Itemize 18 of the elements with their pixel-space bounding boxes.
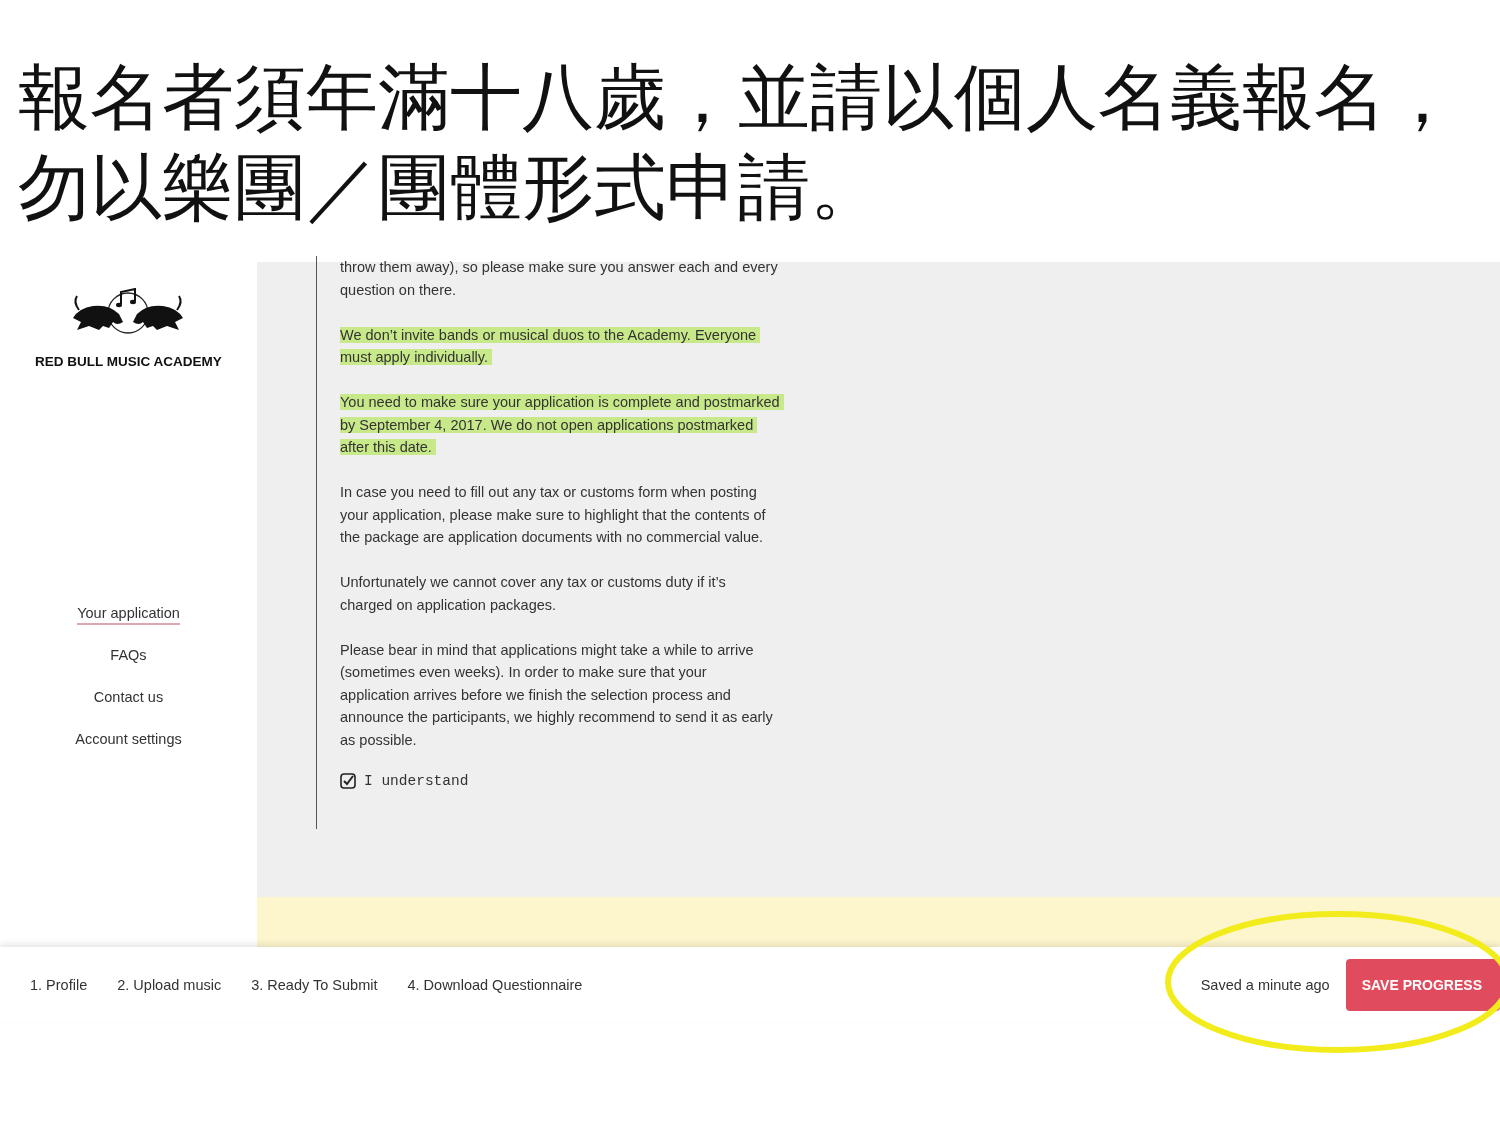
nav-link[interactable]: Account settings [75,731,182,751]
step-link[interactable]: 1. Profile [30,976,88,993]
save-progress-button[interactable]: SAVE PROGRESS [1345,958,1500,1011]
nav-link[interactable]: Contact us [93,689,164,709]
step-link[interactable]: 3. Ready To Submit [251,976,378,993]
body-paragraph: In case you need to fill out any tax or customs form when posting your application, please make sure to highlight that the contents of the package are application documents with no commercial value. [340,483,767,547]
slide-title: 報名者須年滿十八歲，並請以個人名義報名，勿以樂團／團體形式申請。 [17,54,1459,231]
nav-link[interactable]: FAQs [110,647,147,667]
step-link[interactable]: 4. Download Questionnaire [407,976,583,993]
body-paragraph: throw them away), so please make sure you answer each and every question on there. [340,258,779,300]
nav-link[interactable]: Your application [77,605,180,625]
body-paragraph: Unfortunately we cannot cover any tax or customs duty if it’s charged on application packages. [340,573,727,615]
logo-text: RED BULL MUSIC ACADEMY [35,354,222,369]
save-status: Saved a minute ago [1200,976,1330,993]
step-link[interactable]: 2. Upload music [117,976,222,993]
body-paragraph: Please bear in mind that applications might take a while to arrive (sometimes even weeks). In order to make sure that your application arrives before we finish the selection process and announce the participants, we highly recommend to send it as early as possible. [340,640,774,750]
checkbox-label: I understand [364,772,469,789]
checkbox[interactable] [340,772,356,789]
